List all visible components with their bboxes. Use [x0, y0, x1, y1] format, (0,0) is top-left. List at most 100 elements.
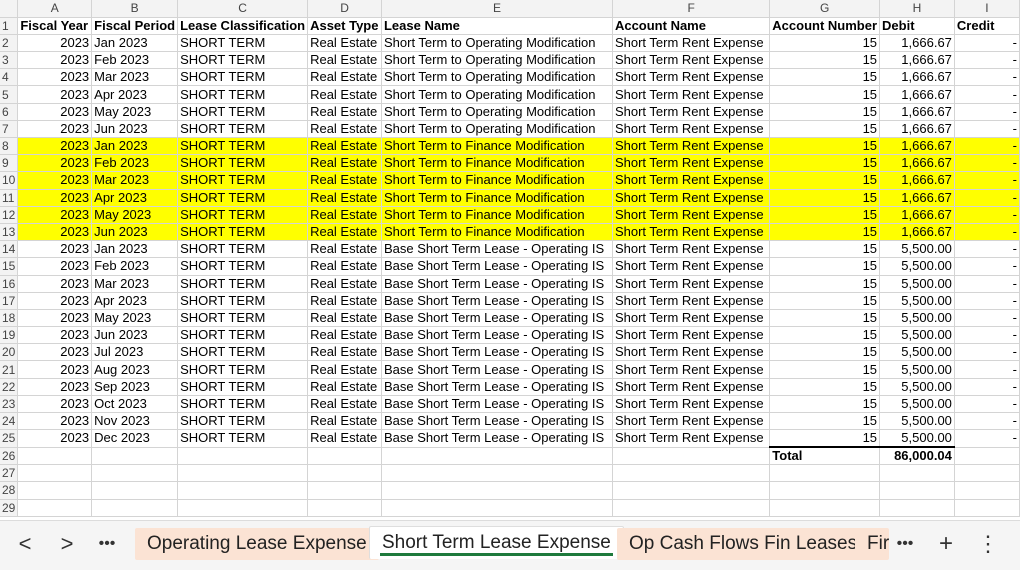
cell-account-number[interactable]: 15 [769, 429, 881, 448]
cell-account-number[interactable]: 15 [769, 189, 881, 207]
scroll-tabs-right-icon[interactable]: > [52, 521, 82, 570]
empty-cell[interactable] [769, 499, 881, 517]
empty-cell[interactable] [91, 447, 179, 466]
cell-account-number[interactable]: 15 [769, 223, 881, 242]
cell-account-number[interactable]: 15 [769, 206, 881, 224]
cell-fiscal-year[interactable]: 2023 [17, 223, 93, 242]
cell-fiscal-period[interactable]: Apr 2023 [91, 85, 179, 104]
cell-credit[interactable]: - [954, 51, 1020, 70]
cell-account-name[interactable]: Short Term Rent Expense [612, 171, 771, 190]
cell-account-name[interactable]: Short Term Rent Expense [612, 34, 771, 53]
cell-fiscal-year[interactable]: 2023 [17, 412, 93, 431]
cell-asset-type[interactable]: Real Estate [307, 51, 382, 70]
empty-cell[interactable] [307, 464, 382, 483]
cell-lease-classification[interactable]: SHORT TERM [177, 395, 309, 414]
column-header-a[interactable]: A [17, 0, 93, 18]
tab-op-cash-flows-fin-leases[interactable]: Op Cash Flows Fin Leases [617, 528, 870, 560]
row-number[interactable]: 23 [0, 395, 19, 414]
row-number[interactable]: 9 [0, 154, 19, 173]
cell-lease-name[interactable]: Short Term to Finance Modification [381, 223, 613, 242]
cell-credit[interactable]: - [954, 326, 1020, 345]
cell-lease-classification[interactable]: SHORT TERM [177, 275, 309, 293]
empty-cell[interactable] [17, 464, 93, 483]
row-number[interactable]: 4 [0, 68, 19, 87]
cell-credit[interactable]: - [954, 275, 1020, 293]
row-number[interactable]: 24 [0, 412, 19, 431]
cell-account-name[interactable]: Short Term Rent Expense [612, 326, 771, 345]
cell-credit[interactable]: - [954, 257, 1020, 276]
cell-debit[interactable]: 1,666.67 [879, 68, 955, 87]
cell-credit[interactable]: - [954, 240, 1020, 259]
cell-fiscal-year[interactable]: 2023 [17, 51, 93, 70]
cell-account-number[interactable]: 15 [769, 51, 881, 70]
cell-debit[interactable]: 5,500.00 [879, 275, 955, 293]
cell-asset-type[interactable]: Real Estate [307, 378, 382, 396]
cell-credit[interactable]: - [954, 360, 1020, 379]
cell-credit[interactable]: - [954, 429, 1020, 448]
cell-lease-name[interactable]: Base Short Term Lease - Operating IS [381, 292, 613, 310]
cell-fiscal-period[interactable]: Apr 2023 [91, 189, 179, 207]
spreadsheet-grid[interactable]: A B C D E F G H I 1 Fiscal Year Fiscal P… [0, 0, 1020, 517]
total-label[interactable]: Total [769, 446, 881, 466]
cell-account-number[interactable]: 15 [769, 343, 881, 362]
cell-fiscal-year[interactable]: 2023 [17, 68, 93, 87]
cell-debit[interactable]: 5,500.00 [879, 292, 955, 310]
cell-fiscal-year[interactable]: 2023 [17, 275, 93, 293]
cell-account-number[interactable]: 15 [769, 34, 881, 53]
cell-lease-name[interactable]: Base Short Term Lease - Operating IS [381, 240, 613, 259]
cell-debit[interactable]: 1,666.67 [879, 51, 955, 70]
cell-debit[interactable]: 5,500.00 [879, 240, 955, 259]
cell-lease-classification[interactable]: SHORT TERM [177, 429, 309, 448]
cell-account-number[interactable]: 15 [769, 85, 881, 104]
cell-debit[interactable]: 1,666.67 [879, 137, 955, 156]
empty-cell[interactable] [17, 481, 93, 500]
cell-account-number[interactable]: 15 [769, 309, 881, 328]
cell-lease-name[interactable]: Short Term to Finance Modification [381, 171, 613, 190]
empty-cell[interactable] [954, 464, 1020, 483]
cell-lease-classification[interactable]: SHORT TERM [177, 309, 309, 328]
column-header-b[interactable]: B [91, 0, 179, 18]
cell-fiscal-year[interactable]: 2023 [17, 343, 93, 362]
sheet-options-icon[interactable]: ⋮ [973, 521, 1003, 570]
cell-lease-classification[interactable]: SHORT TERM [177, 85, 309, 104]
cell-asset-type[interactable]: Real Estate [307, 292, 382, 310]
empty-cell[interactable] [91, 464, 179, 483]
cell-account-name[interactable]: Short Term Rent Expense [612, 154, 771, 173]
cell-account-number[interactable]: 15 [769, 240, 881, 259]
cell-lease-classification[interactable]: SHORT TERM [177, 103, 309, 121]
cell-account-number[interactable]: 15 [769, 171, 881, 190]
cell-lease-classification[interactable]: SHORT TERM [177, 378, 309, 396]
cell-asset-type[interactable]: Real Estate [307, 206, 382, 224]
cell-asset-type[interactable]: Real Estate [307, 85, 382, 104]
cell-fiscal-period[interactable]: Mar 2023 [91, 171, 179, 190]
cell-credit[interactable]: - [954, 343, 1020, 362]
row-number[interactable]: 21 [0, 360, 19, 379]
empty-cell[interactable] [177, 499, 309, 517]
empty-cell[interactable] [879, 499, 955, 517]
add-sheet-icon[interactable]: + [931, 521, 961, 570]
cell-lease-name[interactable]: Base Short Term Lease - Operating IS [381, 429, 613, 448]
row-number[interactable]: 12 [0, 206, 19, 224]
cell-account-name[interactable]: Short Term Rent Expense [612, 120, 771, 139]
cell-asset-type[interactable]: Real Estate [307, 240, 382, 259]
cell-lease-classification[interactable]: SHORT TERM [177, 154, 309, 173]
cell-account-number[interactable]: 15 [769, 103, 881, 121]
cell-lease-name[interactable]: Short Term to Operating Modification [381, 51, 613, 70]
row-number[interactable]: 26 [0, 447, 19, 466]
cell-fiscal-period[interactable]: Jun 2023 [91, 326, 179, 345]
cell-account-name[interactable]: Short Term Rent Expense [612, 429, 771, 448]
row-number[interactable]: 27 [0, 464, 19, 483]
cell-lease-classification[interactable]: SHORT TERM [177, 206, 309, 224]
cell-debit[interactable]: 5,500.00 [879, 360, 955, 379]
cell-account-name[interactable]: Short Term Rent Expense [612, 343, 771, 362]
cell-fiscal-period[interactable]: Jun 2023 [91, 223, 179, 242]
cell-debit[interactable]: 5,500.00 [879, 257, 955, 276]
cell-account-name[interactable]: Short Term Rent Expense [612, 292, 771, 310]
row-number[interactable]: 3 [0, 51, 19, 70]
empty-cell[interactable] [612, 499, 771, 517]
cell-lease-classification[interactable]: SHORT TERM [177, 189, 309, 207]
empty-cell[interactable] [177, 481, 309, 500]
cell-account-name[interactable]: Short Term Rent Expense [612, 51, 771, 70]
cell-lease-name[interactable]: Base Short Term Lease - Operating IS [381, 378, 613, 396]
cell-asset-type[interactable]: Real Estate [307, 137, 382, 156]
